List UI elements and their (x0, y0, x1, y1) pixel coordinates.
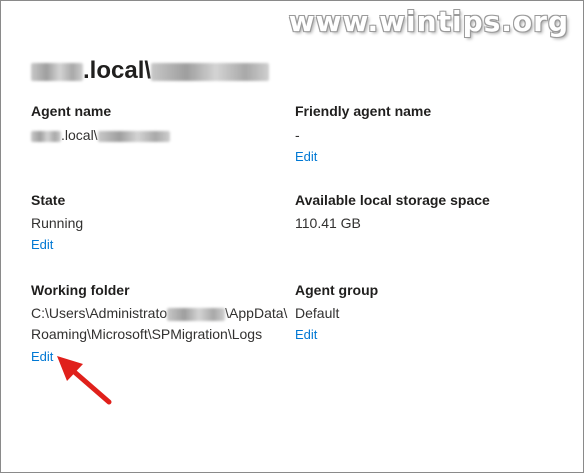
agent-title-domain-suffix: .local\ (83, 57, 152, 84)
state-label: State (31, 192, 66, 208)
agent-name-field: Agent name .local\ (31, 103, 170, 146)
working-folder-label: Working folder (31, 282, 130, 298)
redacted-server-name (97, 130, 170, 142)
watermark: www.wintips.org (288, 5, 569, 38)
available-storage-label: Available local storage space (295, 192, 490, 208)
red-arrow-icon (57, 356, 112, 405)
agent-name-label: Agent name (31, 103, 112, 119)
friendly-agent-name-field: Friendly agent name - Edit (295, 103, 431, 164)
edit-friendly-agent-name-link[interactable]: Edit (295, 149, 317, 164)
available-storage-field: Available local storage space 110.41 GB (295, 192, 490, 234)
redacted-domain (31, 130, 61, 142)
friendly-agent-name-value: - (295, 127, 300, 143)
agent-group-field: Agent group Default Edit (295, 282, 378, 342)
redacted-username (167, 307, 226, 321)
agent-details-panel: www.wintips.org .local\ Agent name .loca… (0, 0, 584, 473)
working-folder-value-line2: Roaming\Microsoft\SPMigration\Logs (31, 326, 263, 342)
edit-state-link[interactable]: Edit (31, 237, 53, 252)
state-value: Running (31, 215, 84, 231)
state-field: State Running Edit (31, 192, 83, 252)
available-storage-value: 110.41 GB (295, 215, 361, 231)
working-folder-value-line1: C:\Users\Administrato \AppData\ (31, 303, 287, 324)
agent-name-value: .local\ (31, 125, 170, 146)
working-folder-path-prefix: C:\Users\Administrato (31, 305, 168, 321)
agent-name-domain-suffix: .local\ (61, 127, 98, 143)
agent-title: .local\ (31, 57, 270, 85)
working-folder-path-suffix: \AppData\ (225, 305, 288, 321)
edit-agent-group-link[interactable]: Edit (295, 327, 317, 342)
agent-group-value: Default (295, 305, 340, 321)
agent-group-label: Agent group (295, 282, 379, 298)
friendly-agent-name-label: Friendly agent name (295, 103, 432, 119)
redacted-domain (31, 62, 83, 81)
redacted-server-name (151, 62, 270, 81)
